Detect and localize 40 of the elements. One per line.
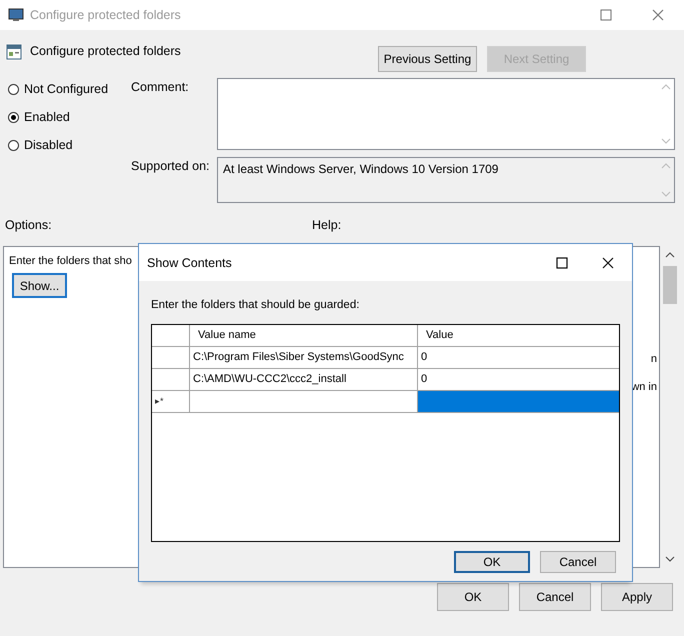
scroll-down-icon[interactable] [665, 556, 675, 562]
supported-on-value: At least Windows Server, Windows 10 Version 1709 [223, 162, 498, 176]
dialog-button[interactable]: OK [437, 583, 509, 611]
dialog-prompt: Enter the folders that should be guarded: [151, 299, 360, 311]
comment-label: Comment: [131, 79, 190, 96]
column-header[interactable]: Value name [190, 325, 418, 347]
setting-button[interactable]: Previous Setting [378, 46, 477, 72]
dialog-button[interactable]: OK [454, 551, 530, 573]
policy-icon [6, 44, 22, 60]
value-cell[interactable]: 0 [418, 347, 619, 369]
maximize-icon[interactable] [556, 256, 568, 268]
row-header-cell[interactable]: ▸* [152, 391, 190, 413]
value-cell[interactable] [418, 391, 619, 413]
row-header-cell[interactable] [152, 369, 190, 391]
scroll-thumb[interactable] [663, 266, 677, 304]
radio-option[interactable]: Enabled [8, 110, 131, 124]
column-header[interactable]: Value [418, 325, 619, 347]
radio-option[interactable]: Not Configured [8, 82, 131, 96]
help-text: n [650, 353, 657, 365]
close-icon[interactable] [602, 256, 614, 268]
window-title: Configure protected folders [30, 8, 181, 22]
show-button[interactable]: Show... [12, 273, 67, 298]
options-text: Enter the folders that sho [9, 255, 132, 267]
dialog-button[interactable]: Cancel [540, 551, 616, 573]
options-label: Options: [5, 218, 53, 232]
row-header-cell [152, 325, 190, 347]
dialog-button[interactable]: Cancel [519, 583, 591, 611]
dialog-title: Show Contents [147, 256, 232, 270]
supported-on-label: Supported on: [131, 158, 211, 175]
dialog-button[interactable]: Apply [601, 583, 673, 611]
policy-name: Configure protected folders [30, 44, 181, 58]
window-icon [8, 8, 24, 22]
new-row-marker: ▸* [155, 396, 164, 406]
help-label: Help: [312, 218, 342, 232]
value-name-cell[interactable] [190, 391, 418, 413]
scroll-up-icon[interactable] [665, 252, 675, 258]
value-name-cell[interactable]: C:\Program Files\Siber Systems\GoodSync [190, 347, 418, 369]
row-header-cell[interactable] [152, 347, 190, 369]
radio-option[interactable]: Disabled [8, 138, 131, 152]
value-name-cell[interactable]: C:\AMD\WU-CCC2\ccc2_install [190, 369, 418, 391]
